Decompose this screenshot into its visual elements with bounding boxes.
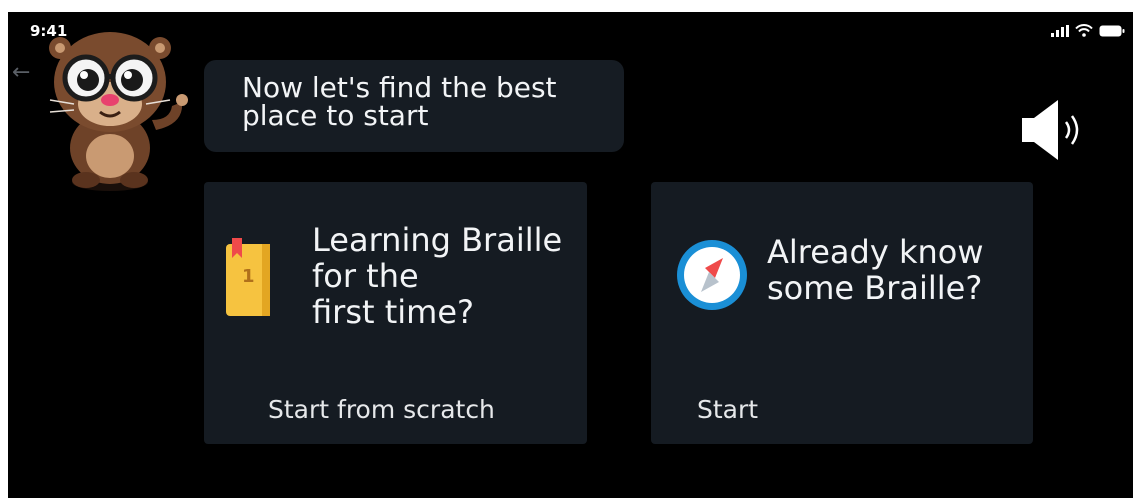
wifi-icon <box>1075 24 1093 37</box>
cellular-signal-icon <box>1051 24 1069 37</box>
battery-icon <box>1099 25 1125 36</box>
app-screen: 9:41 ← Now let's find the best place to … <box>8 12 1133 498</box>
option-card-already-know[interactable]: Already know some Braille? Start <box>651 182 1033 444</box>
card-title: Learning Braille for the first time? <box>312 221 563 331</box>
mascot-speech-bubble: Now let's find the best place to start <box>204 60 624 152</box>
card-title: Already know some Braille? <box>767 233 984 307</box>
start-from-scratch-label: Start from scratch <box>268 395 495 424</box>
book-number-label: 1 <box>242 266 255 287</box>
status-icons <box>1051 24 1125 37</box>
mascot-otter-icon <box>49 32 188 191</box>
back-arrow-icon[interactable]: ← <box>12 62 30 84</box>
compass-icon <box>677 240 747 310</box>
speaker-audio-icon[interactable] <box>1020 98 1094 162</box>
option-card-start-from-scratch[interactable]: 1 Learning Braille for the first time? S… <box>204 182 587 444</box>
start-label: Start <box>697 395 759 424</box>
